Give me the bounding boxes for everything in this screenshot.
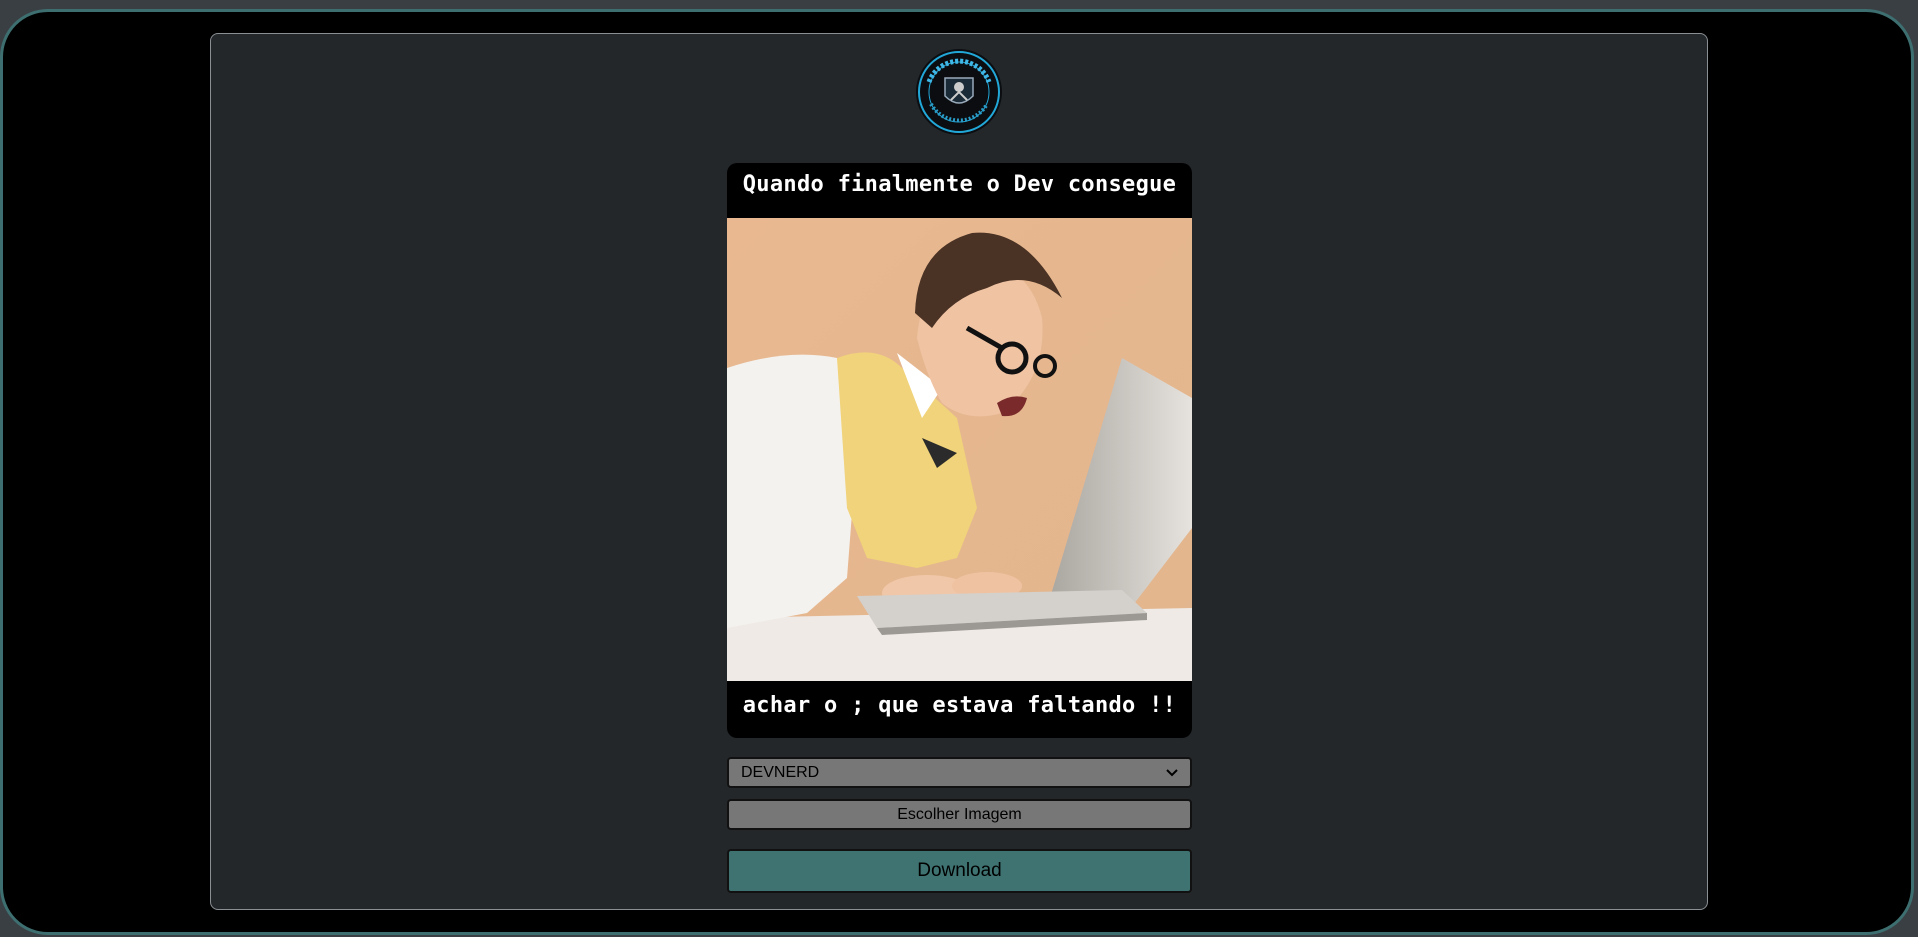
meme-image (727, 218, 1192, 681)
meme-preview: Quando finalmente o Dev consegue achar o… (727, 163, 1192, 738)
choose-image-button[interactable]: Escolher Imagem (727, 799, 1192, 830)
meme-template-selected: DEVNERD (741, 763, 820, 781)
download-button[interactable]: Download (727, 849, 1192, 893)
meme-bottom-text: achar o ; que estava faltando !! (742, 693, 1177, 718)
chevron-down-icon (1166, 768, 1178, 776)
site-logo (916, 49, 1002, 135)
meme-template-select[interactable]: DEVNERD (727, 757, 1192, 788)
meme-top-text: Quando finalmente o Dev consegue (742, 172, 1177, 197)
